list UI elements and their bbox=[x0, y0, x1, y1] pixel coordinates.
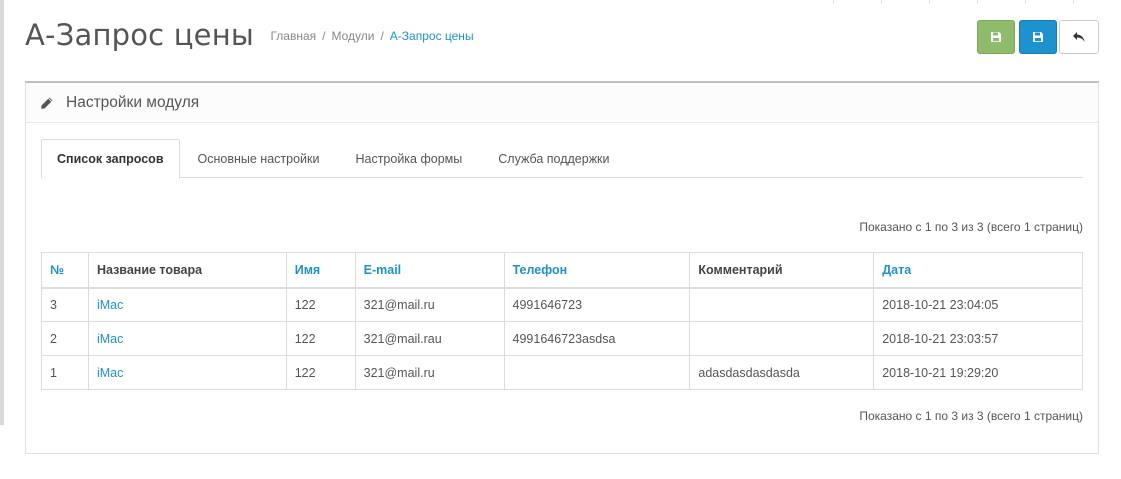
cell-phone: 4991646723asdsa bbox=[503, 321, 691, 356]
product-link[interactable]: iMac bbox=[87, 287, 287, 322]
reply-icon bbox=[1073, 32, 1085, 42]
cell-date: 2018-10-21 19:29:20 bbox=[873, 355, 1083, 390]
cell-id: 1 bbox=[41, 355, 89, 390]
cell-name: 122 bbox=[285, 355, 356, 390]
breadcrumb-modules[interactable]: Модули bbox=[331, 29, 374, 43]
table-row: 3 iMac 122 321@mail.ru 4991646723 2018-1… bbox=[41, 287, 1083, 322]
pagination-summary-bottom: Показано с 1 по 3 из 3 (всего 1 страниц) bbox=[859, 409, 1083, 423]
cell-comment bbox=[689, 321, 875, 356]
panel-title: Настройки модуля bbox=[66, 93, 200, 111]
pencil-icon bbox=[41, 97, 53, 109]
requests-table: № Название товара Имя E-mail Телефон Ком… bbox=[41, 252, 1083, 390]
save-icon bbox=[1033, 32, 1043, 42]
cell-date: 2018-10-21 23:03:57 bbox=[873, 321, 1083, 356]
back-button[interactable] bbox=[1059, 20, 1099, 54]
panel-heading: Настройки модуля bbox=[26, 83, 1098, 123]
cell-email: 321@mail.rau bbox=[354, 321, 505, 356]
cell-phone bbox=[503, 355, 691, 390]
column-header-email[interactable]: E-mail bbox=[354, 252, 505, 289]
table-header-row: № Название товара Имя E-mail Телефон Ком… bbox=[41, 252, 1083, 289]
cell-name: 122 bbox=[285, 321, 356, 356]
cell-id: 2 bbox=[41, 321, 89, 356]
tab-request-list[interactable]: Список запросов bbox=[41, 139, 180, 179]
pagination-summary-top: Показано с 1 по 3 из 3 (всего 1 страниц) bbox=[859, 220, 1083, 234]
cell-email: 321@mail.ru bbox=[354, 287, 505, 322]
breadcrumb-home[interactable]: Главная bbox=[270, 29, 316, 43]
column-header-comment: Комментарий bbox=[689, 252, 875, 289]
tab-form-settings[interactable]: Настройка формы bbox=[337, 139, 480, 178]
breadcrumb-separator: / bbox=[322, 29, 326, 43]
tab-support[interactable]: Служба поддержки bbox=[480, 139, 627, 178]
top-edge-tabs bbox=[831, 0, 1121, 4]
product-link[interactable]: iMac bbox=[87, 321, 287, 356]
tab-general-settings[interactable]: Основные настройки bbox=[180, 139, 338, 178]
table-row: 1 iMac 122 321@mail.ru adasdasdasdasda 2… bbox=[41, 355, 1083, 390]
save-button[interactable] bbox=[1019, 20, 1057, 54]
column-header-date[interactable]: Дата bbox=[873, 252, 1083, 289]
cell-comment: adasdasdasdasda bbox=[689, 355, 875, 390]
product-link[interactable]: iMac bbox=[87, 355, 287, 390]
column-header-name[interactable]: Имя bbox=[285, 252, 356, 289]
breadcrumb-separator: / bbox=[380, 29, 384, 43]
page-header: А-Запрос цены Главная / Модули / А-Запрос це… bbox=[25, 18, 1099, 68]
module-settings-panel: Настройки модуля Список запросов Основны… bbox=[25, 81, 1099, 454]
breadcrumb-current[interactable]: А-Запрос цены bbox=[390, 29, 474, 43]
save-icon bbox=[991, 32, 1001, 42]
table-row: 2 iMac 122 321@mail.rau 4991646723asdsa … bbox=[41, 321, 1083, 356]
tab-bar: Список запросов Основные настройки Настр… bbox=[41, 139, 1083, 179]
breadcrumb: Главная / Модули / А-Запрос цены bbox=[270, 29, 473, 43]
cell-email: 321@mail.ru bbox=[354, 355, 505, 390]
cell-id: 3 bbox=[41, 287, 89, 322]
cell-comment bbox=[689, 287, 875, 322]
cell-name: 122 bbox=[285, 287, 356, 322]
left-edge bbox=[0, 0, 4, 425]
save-and-stay-button[interactable] bbox=[977, 20, 1015, 54]
cell-phone: 4991646723 bbox=[503, 287, 691, 322]
column-header-number[interactable]: № bbox=[41, 252, 89, 289]
cell-date: 2018-10-21 23:04:05 bbox=[873, 287, 1083, 322]
page-title: А-Запрос цены bbox=[25, 18, 254, 52]
column-header-phone[interactable]: Телефон bbox=[503, 252, 691, 289]
column-header-product: Название товара bbox=[87, 252, 287, 289]
